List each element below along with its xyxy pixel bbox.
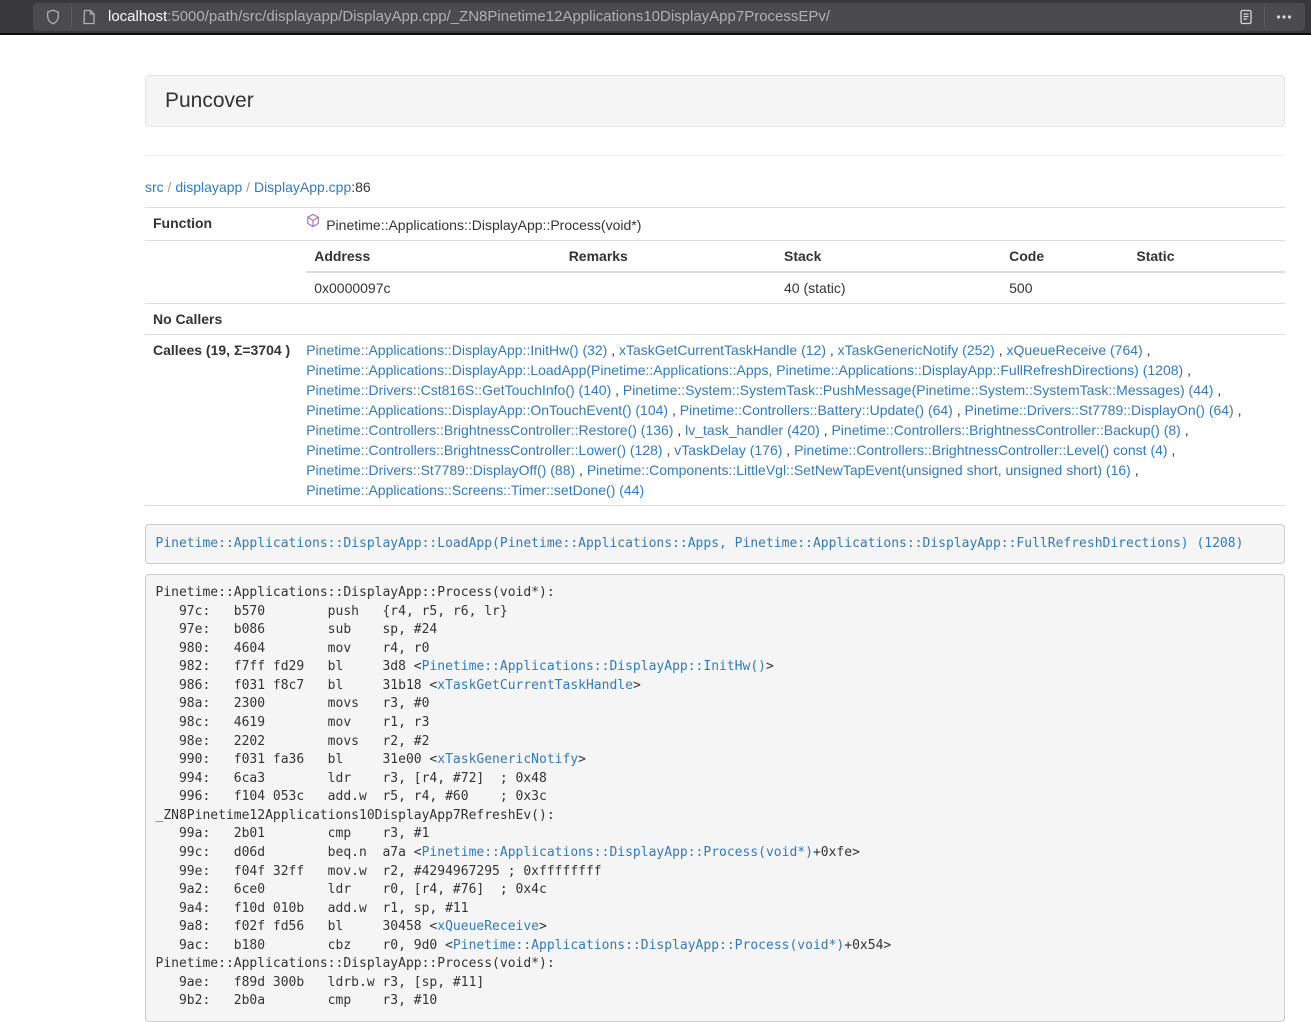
symbol-package-icon [306, 213, 320, 233]
callee-link[interactable]: lv_task_handler (420) [685, 422, 820, 438]
metrics-value-row: 0x0000097c 40 (static) 500 [306, 272, 1285, 303]
asm-symbol-link[interactable]: Pinetime::Applications::DisplayApp::Proc… [453, 938, 844, 953]
no-callers-label: No Callers [145, 304, 298, 335]
callee-separator: , [668, 402, 680, 418]
callee-separator: , [820, 422, 832, 438]
callee-separator: , [575, 462, 587, 478]
breadcrumb-link[interactable]: displayapp [175, 179, 242, 195]
callee-link[interactable]: Pinetime::Controllers::Battery::Update()… [680, 402, 953, 418]
callee-separator: , [1131, 462, 1139, 478]
callee-separator: , [607, 342, 619, 358]
callee-separator: , [953, 402, 965, 418]
asm-symbol-link[interactable]: xQueueReceive [437, 919, 539, 934]
breadcrumb-separator: / [242, 179, 254, 195]
static-value [1128, 272, 1285, 303]
column-static: Static [1128, 241, 1285, 272]
function-row: Function Pinetime::Applications::Display… [145, 208, 1285, 241]
callee-link[interactable]: Pinetime::Controllers::BrightnessControl… [306, 442, 662, 458]
callee-separator: , [663, 442, 675, 458]
callee-link[interactable]: Pinetime::Components::LittleVgl::SetNewT… [587, 462, 1131, 478]
callee-link[interactable]: xTaskGenericNotify (252) [838, 342, 995, 358]
asm-symbol-link[interactable]: Pinetime::Applications::DisplayApp::Init… [422, 659, 766, 674]
code-value: 500 [1001, 272, 1128, 303]
callee-link[interactable]: Pinetime::Applications::DisplayApp::OnTo… [306, 402, 668, 418]
url-text[interactable]: localhost:5000/path/src/displayapp/Displ… [108, 8, 1234, 25]
callee-separator: , [995, 342, 1007, 358]
url-bar[interactable]: localhost:5000/path/src/displayapp/Displ… [33, 3, 1305, 31]
page-actions-menu-icon[interactable] [1271, 9, 1297, 25]
function-label: Function [145, 208, 298, 241]
callee-separator: , [673, 422, 685, 438]
callees-label: Callees (19, Σ=3704 ) [145, 335, 298, 506]
callee-separator: , [1234, 402, 1242, 418]
callee-link[interactable]: Pinetime::Controllers::BrightnessControl… [306, 422, 673, 438]
reader-mode-icon[interactable] [1234, 9, 1258, 25]
callee-separator: , [1183, 362, 1191, 378]
breadcrumb-link[interactable]: src [145, 179, 164, 195]
asm-symbol-link[interactable]: xTaskGenericNotify [437, 752, 578, 767]
url-host: localhost [108, 8, 167, 25]
callees-row: Callees (19, Σ=3704 ) Pinetime::Applicat… [145, 335, 1285, 506]
urlbar-divider [71, 7, 72, 27]
callee-link[interactable]: Pinetime::Applications::DisplayApp::Load… [306, 362, 1183, 378]
caller-snippet-block: Pinetime::Applications::DisplayApp::Load… [145, 524, 1285, 564]
asm-symbol-link[interactable]: Pinetime::Applications::DisplayApp::Proc… [422, 845, 813, 860]
url-path: :5000/path/src/displayapp/DisplayApp.cpp… [167, 8, 830, 25]
page-info-icon[interactable] [78, 9, 100, 25]
column-stack: Stack [776, 241, 1001, 272]
callee-link[interactable]: Pinetime::System::SystemTask::PushMessag… [623, 382, 1214, 398]
browser-toolbar: localhost:5000/path/src/displayapp/Displ… [0, 0, 1311, 35]
remarks-value [561, 272, 776, 303]
breadcrumb-separator: / [164, 179, 176, 195]
metrics-table: Address Remarks Stack Code Static 0x0000… [306, 241, 1285, 303]
app-header-panel: Puncover [145, 75, 1285, 127]
metrics-row: Address Remarks Stack Code Static 0x0000… [145, 241, 1285, 304]
column-remarks: Remarks [561, 241, 776, 272]
callee-separator: , [826, 342, 838, 358]
column-code: Code [1001, 241, 1128, 272]
breadcrumb-link[interactable]: DisplayApp.cpp [254, 179, 351, 195]
callee-link[interactable]: Pinetime::Drivers::St7789::DisplayOn() (… [965, 402, 1234, 418]
callee-link[interactable]: Pinetime::Controllers::BrightnessControl… [831, 422, 1180, 438]
address-value: 0x0000097c [306, 272, 560, 303]
breadcrumb-line-number: :86 [351, 179, 370, 195]
callee-link[interactable]: xQueueReceive (764) [1007, 342, 1143, 358]
function-name: Pinetime::Applications::DisplayApp::Proc… [326, 217, 641, 233]
no-callers-row: No Callers [145, 304, 1285, 335]
callee-separator: , [611, 382, 623, 398]
assembly-block: Pinetime::Applications::DisplayApp::Proc… [145, 574, 1285, 1022]
callee-link[interactable]: Pinetime::Drivers::St7789::DisplayOff() … [306, 462, 575, 478]
callee-link[interactable]: Pinetime::Drivers::Cst816S::GetTouchInfo… [306, 382, 611, 398]
callee-link[interactable]: Pinetime::Applications::Screens::Timer::… [306, 482, 644, 498]
loadapp-symbol-link[interactable]: Pinetime::Applications::DisplayApp::Load… [156, 536, 1244, 551]
callee-separator: , [1181, 422, 1189, 438]
callees-cell: Pinetime::Applications::DisplayApp::Init… [298, 335, 1285, 506]
callee-separator: , [1143, 342, 1151, 358]
callee-link[interactable]: xTaskGetCurrentTaskHandle (12) [619, 342, 826, 358]
callee-link[interactable]: Pinetime::Applications::DisplayApp::Init… [306, 342, 607, 358]
callee-separator: , [1168, 442, 1176, 458]
callee-separator: , [1213, 382, 1221, 398]
urlbar-right-divider [1264, 7, 1265, 27]
callee-link[interactable]: vTaskDelay (176) [674, 442, 782, 458]
tracking-protection-shield-icon[interactable] [41, 9, 65, 25]
header-divider [145, 155, 1285, 156]
page-title: Puncover [165, 89, 1265, 113]
callee-separator: , [782, 442, 794, 458]
metrics-header-row: Address Remarks Stack Code Static [306, 241, 1285, 272]
stack-value: 40 (static) [776, 272, 1001, 303]
breadcrumb: src / displayapp / DisplayApp.cpp [145, 179, 351, 195]
column-address: Address [306, 241, 560, 272]
page-container: Puncover src / displayapp / DisplayApp.c… [145, 35, 1285, 1022]
symbol-table: Function Pinetime::Applications::Display… [145, 207, 1285, 506]
callee-link[interactable]: Pinetime::Controllers::BrightnessControl… [794, 442, 1167, 458]
asm-symbol-link[interactable]: xTaskGetCurrentTaskHandle [437, 678, 633, 693]
